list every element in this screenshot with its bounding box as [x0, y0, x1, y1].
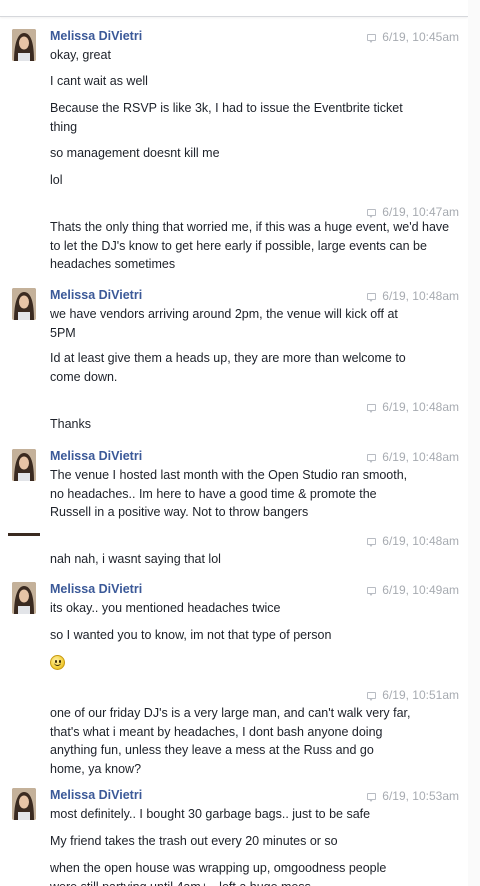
avatar[interactable] [12, 582, 36, 614]
message-text: My friend takes the trash out every 20 m… [50, 834, 338, 848]
timestamp: 6/19, 10:49am [367, 583, 459, 597]
avatar[interactable] [12, 29, 36, 61]
message-text: so I wanted you to know, im not that typ… [50, 628, 332, 642]
avatar[interactable] [8, 533, 40, 536]
timestamp: 6/19, 10:47am [367, 205, 459, 219]
message-bubble-icon [367, 793, 377, 802]
sender-name[interactable]: Melissa DiVietri [50, 582, 142, 596]
message-bubble-icon [367, 404, 377, 413]
avatar[interactable] [12, 788, 36, 820]
message-text: when the open house was wrapping up, omg… [50, 861, 387, 886]
message-bubble-icon [367, 587, 377, 596]
message-text: its okay.. you mentioned headaches twice [50, 601, 281, 615]
message-text: we have vendors arriving around 2pm, the… [50, 307, 398, 340]
message-text: Thats the only thing that worried me, if… [50, 220, 450, 271]
timestamp: 6/19, 10:51am [367, 688, 459, 702]
message-bubble-icon [367, 209, 377, 218]
smiley-face-icon [50, 655, 65, 670]
sender-name[interactable]: Melissa DiVietri [50, 288, 142, 302]
message-text: so management doesnt kill me [50, 146, 220, 160]
message-text: Id at least give them a heads up, they a… [50, 351, 406, 384]
message-text: one of our friday DJ's is a very large m… [50, 706, 411, 776]
message-bubble-icon [367, 692, 377, 701]
avatar[interactable] [12, 288, 36, 320]
message-text: I cant wait as well [50, 74, 148, 88]
conversation-top-edge [0, 0, 468, 17]
timestamp: 6/19, 10:53am [367, 789, 459, 803]
sender-name[interactable]: Melissa DiVietri [50, 29, 142, 43]
message-bubble-icon [367, 538, 377, 547]
message-text: most definitely.. I bought 30 garbage ba… [50, 807, 371, 821]
timestamp: 6/19, 10:48am [367, 534, 459, 548]
message-text: Thanks [50, 417, 91, 431]
avatar[interactable] [12, 449, 36, 481]
message-bubble-icon [367, 454, 377, 463]
timestamp: 6/19, 10:48am [367, 450, 459, 464]
sender-name[interactable]: Melissa DiVietri [50, 449, 142, 463]
message-text: lol [50, 173, 63, 187]
sender-name[interactable]: Melissa DiVietri [50, 788, 142, 802]
message-text: The venue I hosted last month with the O… [50, 468, 408, 519]
message-text: Because the RSVP is like 3k, I had to is… [50, 101, 403, 134]
timestamp: 6/19, 10:48am [367, 400, 459, 414]
scrollbar[interactable] [468, 0, 480, 886]
message-text: okay, great [50, 48, 111, 62]
message-text: nah nah, i wasnt saying that lol [50, 552, 221, 566]
timestamp: 6/19, 10:45am [367, 30, 459, 44]
message-bubble-icon [367, 34, 377, 43]
timestamp: 6/19, 10:48am [367, 289, 459, 303]
message-bubble-icon [367, 293, 377, 302]
